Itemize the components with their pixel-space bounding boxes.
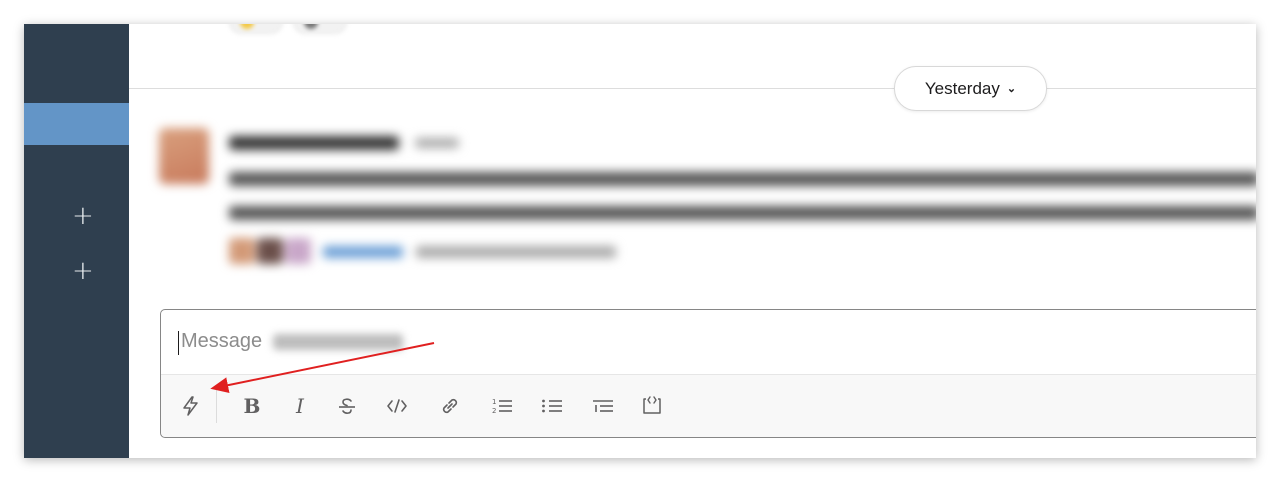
sidebar-selected-item[interactable] [24, 103, 129, 145]
formatting-toolbar: B I 12 [161, 374, 1256, 437]
link-icon[interactable] [437, 393, 463, 419]
blurred-message-line [229, 206, 1256, 220]
message-input-placeholder: Message [181, 330, 263, 352]
reaction-row [229, 24, 353, 34]
code-block-icon[interactable] [638, 393, 666, 419]
shortcuts-lightning-icon[interactable] [177, 393, 205, 419]
toolbar-divider [216, 389, 217, 423]
message-composer: Message B I 1 2 [160, 309, 1256, 438]
sidebar: + + [24, 24, 129, 458]
date-divider-button[interactable]: Yesterday ⌄ [894, 66, 1047, 111]
bulleted-list-icon[interactable] [538, 393, 566, 419]
chevron-down-icon: ⌄ [1006, 83, 1017, 95]
blockquote-icon[interactable] [589, 393, 617, 419]
avatar [159, 128, 209, 184]
add-direct-message-button[interactable]: + [72, 258, 94, 284]
svg-text:2: 2 [492, 407, 496, 415]
reaction-pill[interactable] [229, 24, 283, 34]
svg-text:1: 1 [492, 398, 496, 406]
message-pane: Yesterday ⌄ Message B I 1 2 [129, 24, 1256, 458]
blurred-thread-replies [229, 238, 649, 268]
app-window: + + Yesterday ⌄ Message B I 1 2 [24, 24, 1256, 458]
reaction-pill[interactable] [293, 24, 348, 34]
message-input[interactable]: Message [161, 310, 1256, 374]
blurred-channel-name [273, 334, 403, 350]
blurred-sender-name [229, 136, 399, 150]
italic-icon[interactable]: I [287, 393, 313, 419]
add-channel-button[interactable]: + [72, 203, 94, 229]
blurred-timestamp [415, 138, 459, 148]
strikethrough-icon[interactable] [334, 393, 360, 419]
bold-icon[interactable]: B [239, 393, 265, 419]
date-divider-label: Yesterday [924, 78, 1000, 98]
day-divider-line [129, 88, 1256, 89]
ordered-list-icon[interactable]: 12 [488, 393, 516, 419]
blurred-message-line [229, 172, 1256, 186]
code-icon[interactable] [383, 393, 411, 419]
text-caret [178, 331, 179, 355]
